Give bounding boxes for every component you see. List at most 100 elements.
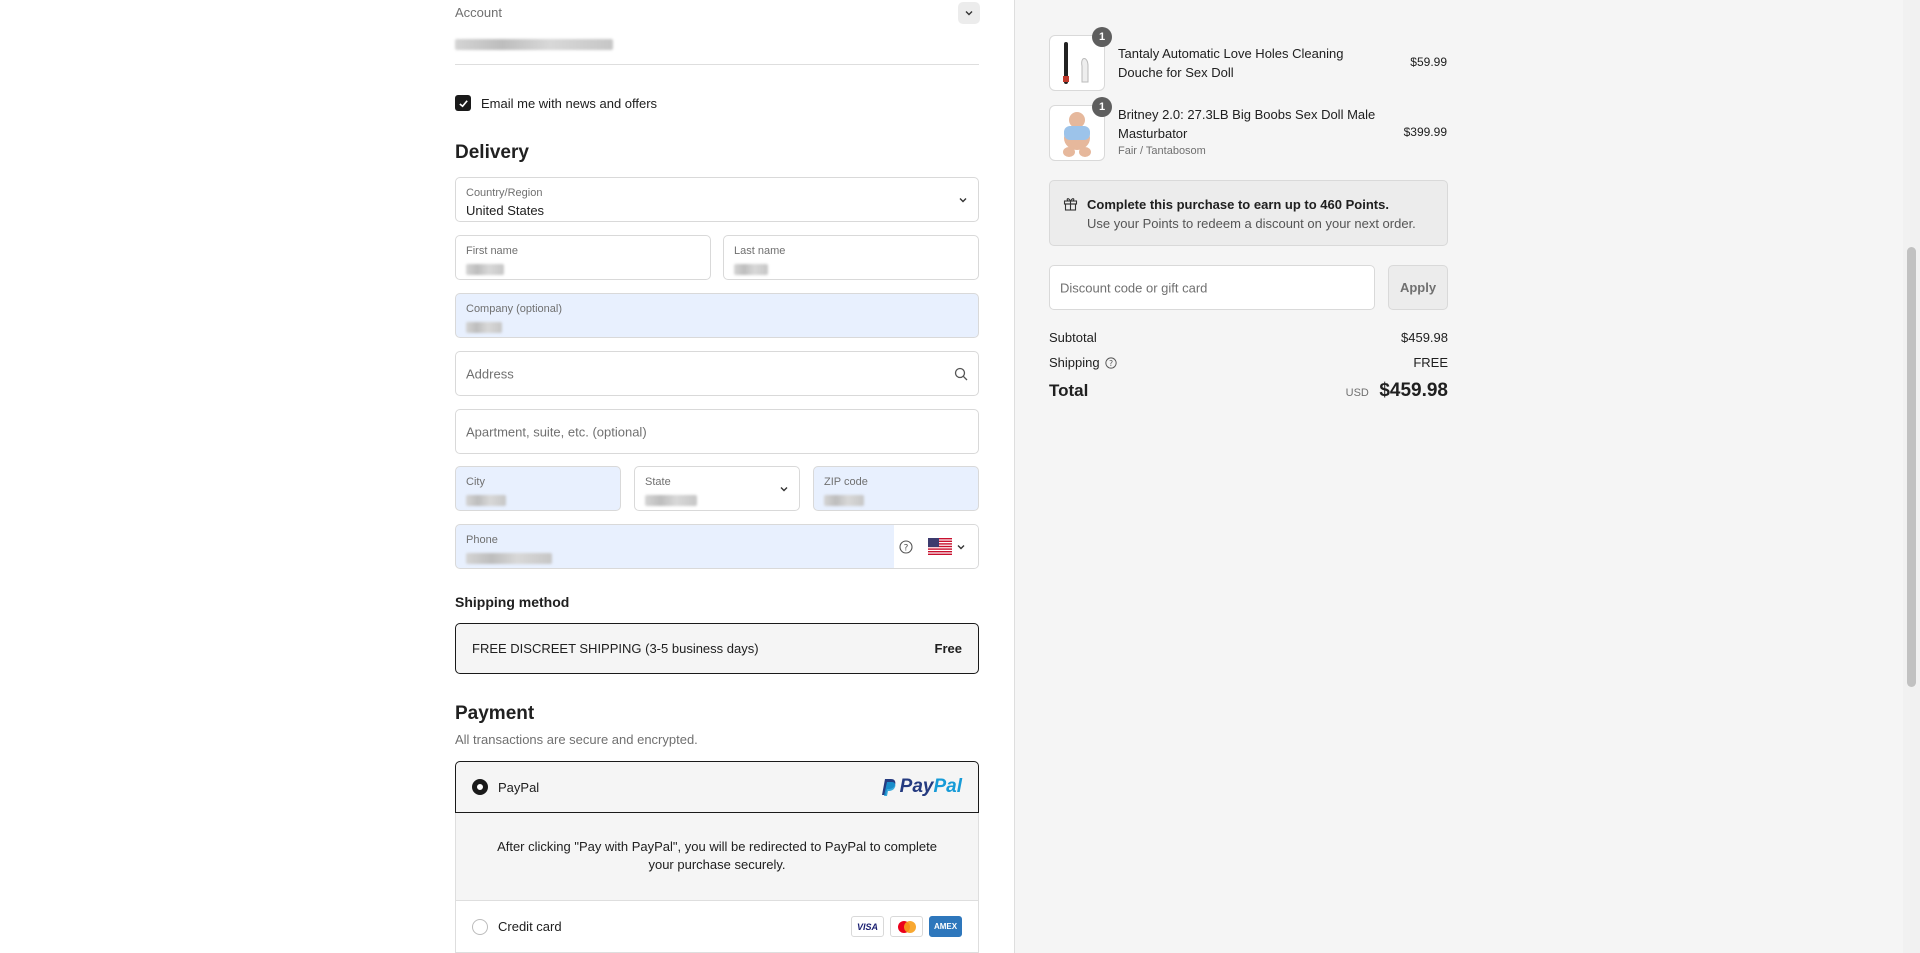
- chevron-down-icon: [957, 544, 965, 549]
- help-circle-icon[interactable]: ?: [1104, 356, 1117, 369]
- chevron-down-icon: [780, 486, 788, 491]
- subtotal-row: Subtotal $459.98: [1049, 330, 1448, 345]
- payment-subtitle: All transactions are secure and encrypte…: [455, 732, 698, 747]
- delivery-heading: Delivery: [455, 142, 529, 163]
- page-scrollbar[interactable]: [1903, 0, 1920, 953]
- points-subtitle: Use your Points to redeem a discount on …: [1087, 216, 1416, 231]
- cart-item-name: Tantaly Automatic Love Holes Cleaning Do…: [1118, 46, 1344, 80]
- paypal-logo-pal: Pal: [933, 776, 962, 797]
- company-value-redacted: [466, 319, 502, 334]
- last-name-field[interactable]: Last name: [723, 235, 979, 280]
- mastercard-icon: [890, 916, 923, 937]
- svg-text:?: ?: [1109, 358, 1113, 367]
- search-icon[interactable]: [954, 367, 968, 381]
- shipping-option-label: FREE DISCREET SHIPPING (3-5 business day…: [472, 641, 759, 656]
- city-field[interactable]: City: [455, 466, 621, 511]
- help-circle-icon[interactable]: ?: [899, 540, 913, 554]
- paypal-option[interactable]: PayPal Pay Pal: [455, 761, 979, 813]
- total-value: $459.98: [1379, 380, 1448, 401]
- cart-item-price: $399.99: [1403, 125, 1447, 139]
- scrollbar-thumb[interactable]: [1907, 247, 1916, 687]
- paypal-redirect-note: After clicking "Pay with PayPal", you wi…: [455, 813, 979, 901]
- chevron-down-icon: [959, 197, 967, 202]
- total-label: Total: [1049, 381, 1089, 400]
- points-title: Complete this purchase to earn up to 460…: [1087, 197, 1389, 212]
- shipping-option-price: Free: [934, 641, 962, 656]
- paypal-logo-pay: Pay: [899, 776, 934, 797]
- svg-text:?: ?: [904, 543, 909, 553]
- quantity-badge: 1: [1092, 27, 1112, 47]
- account-toggle-button[interactable]: [958, 2, 980, 24]
- shipping-row: Shipping ? FREE: [1049, 355, 1448, 370]
- city-label: City: [466, 476, 485, 488]
- us-flag-icon: [928, 538, 952, 555]
- marketing-label: Email me with news and offers: [481, 95, 658, 111]
- discount-placeholder: Discount code or gift card: [1060, 280, 1208, 295]
- shipping-option[interactable]: FREE DISCREET SHIPPING (3-5 business day…: [455, 623, 979, 674]
- city-value-redacted: [466, 492, 506, 507]
- zip-field[interactable]: ZIP code: [813, 466, 979, 511]
- total-row: Total USD $459.98: [1049, 380, 1448, 402]
- state-label: State: [645, 476, 671, 488]
- visa-icon: VISA: [851, 916, 884, 937]
- address-placeholder: Address: [466, 366, 514, 381]
- product-thumbnail: 1: [1049, 27, 1112, 91]
- discount-code-input[interactable]: Discount code or gift card: [1049, 265, 1375, 310]
- cart-item-name: Britney 2.0: 27.3LB Big Boobs Sex Doll M…: [1118, 107, 1376, 141]
- gift-icon: [1063, 198, 1078, 211]
- state-select[interactable]: State: [634, 466, 800, 511]
- first-name-value-redacted: [466, 261, 504, 276]
- apartment-placeholder: Apartment, suite, etc. (optional): [466, 424, 647, 439]
- paypal-radio[interactable]: [472, 779, 488, 795]
- first-name-field[interactable]: First name: [455, 235, 711, 280]
- state-value-redacted: [645, 492, 697, 507]
- shipping-method-heading: Shipping method: [455, 594, 570, 610]
- payment-heading: Payment: [455, 703, 535, 724]
- apartment-field[interactable]: Apartment, suite, etc. (optional): [455, 409, 979, 454]
- country-code-select[interactable]: [928, 538, 966, 555]
- subtotal-value: $459.98: [1401, 330, 1448, 345]
- marketing-optin[interactable]: Email me with news and offers: [455, 95, 657, 111]
- chevron-down-icon: [965, 11, 973, 16]
- credit-card-label: Credit card: [498, 919, 562, 934]
- zip-value-redacted: [824, 492, 864, 507]
- phone-field[interactable]: Phone ?: [455, 524, 979, 569]
- cart-item: 1 Britney 2.0: 27.3LB Big Boobs Sex Doll…: [1049, 97, 1447, 161]
- shipping-summary-label: Shipping: [1049, 355, 1100, 370]
- paypal-label: PayPal: [498, 779, 540, 795]
- divider: [455, 64, 979, 65]
- first-name-label: First name: [466, 245, 518, 257]
- address-field[interactable]: Address: [455, 351, 979, 396]
- country-select[interactable]: Country/Region United States: [455, 177, 979, 222]
- product-thumbnail: 1: [1049, 97, 1112, 161]
- last-name-value-redacted: [734, 261, 768, 276]
- account-email-redacted: [455, 36, 613, 54]
- credit-card-radio[interactable]: [472, 918, 488, 935]
- subtotal-label: Subtotal: [1049, 330, 1097, 345]
- paypal-logo: Pay Pal: [881, 776, 962, 798]
- marketing-checkbox[interactable]: [455, 95, 471, 111]
- cart-item-variant: Fair / Tantabosom: [1118, 145, 1206, 157]
- apply-discount-button[interactable]: Apply: [1388, 265, 1448, 310]
- account-label: Account: [455, 5, 502, 20]
- quantity-badge: 1: [1092, 97, 1112, 117]
- last-name-label: Last name: [734, 245, 786, 257]
- card-brands: VISA AMEX: [851, 916, 962, 937]
- company-field[interactable]: Company (optional): [455, 293, 979, 338]
- rewards-points-banner: Complete this purchase to earn up to 460…: [1049, 180, 1448, 246]
- company-label: Company (optional): [466, 303, 562, 315]
- credit-card-option[interactable]: Credit card VISA AMEX: [455, 901, 979, 953]
- zip-label: ZIP code: [824, 476, 868, 488]
- phone-value-redacted: [466, 550, 552, 565]
- paypal-p-icon: [881, 778, 896, 796]
- cart-item: 1 Tantaly Automatic Love Holes Cleaning …: [1049, 27, 1447, 91]
- currency-code: USD: [1345, 387, 1369, 399]
- phone-label: Phone: [466, 534, 498, 546]
- shipping-summary-value: FREE: [1413, 355, 1448, 370]
- checkmark-icon: [458, 99, 468, 107]
- amex-icon: AMEX: [929, 916, 962, 937]
- cart-item-price: $59.99: [1410, 55, 1447, 69]
- country-value: United States: [466, 203, 545, 218]
- cart-item-details: Britney 2.0: 27.3LB Big Boobs Sex Doll M…: [1118, 105, 1388, 159]
- country-label: Country/Region: [466, 187, 543, 199]
